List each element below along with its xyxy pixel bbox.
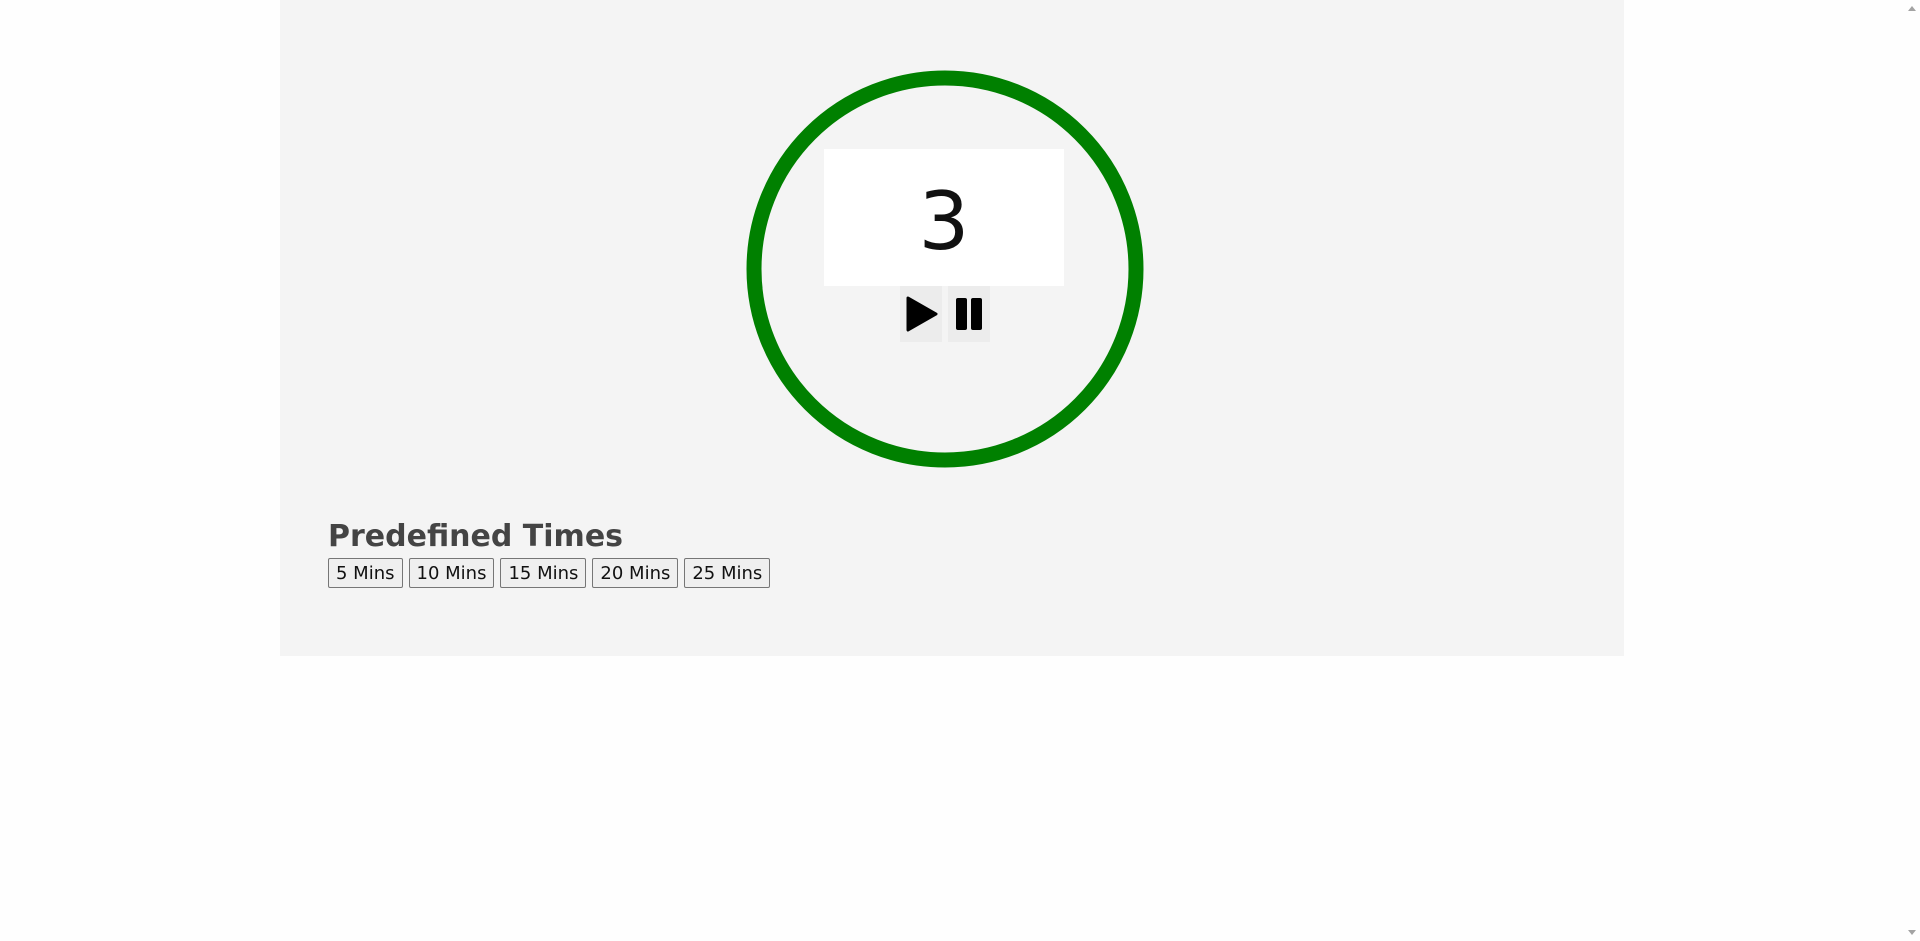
preset-25-mins-button[interactable]: 25 Mins: [684, 558, 771, 588]
preset-5-mins-button[interactable]: 5 Mins: [328, 558, 403, 588]
timer-panel: 3 Predefined Times 5 Mins 10 Mins 15 Min…: [280, 0, 1624, 656]
scroll-down-arrow-icon[interactable]: [1908, 930, 1916, 935]
pause-button[interactable]: [948, 286, 990, 342]
play-button[interactable]: [900, 286, 942, 342]
predefined-times-buttons: 5 Mins 10 Mins 15 Mins 20 Mins 25 Mins: [328, 558, 771, 588]
predefined-times-heading: Predefined Times: [328, 519, 624, 554]
vertical-scrollbar[interactable]: [1903, 0, 1920, 941]
countdown-display: 3: [824, 149, 1064, 286]
predefined-times-section: Predefined Times 5 Mins 10 Mins 15 Mins …: [328, 516, 771, 588]
pause-icon: [956, 298, 982, 330]
play-icon: [906, 296, 938, 332]
preset-20-mins-button[interactable]: 20 Mins: [592, 558, 679, 588]
scroll-up-arrow-icon[interactable]: [1908, 6, 1916, 11]
preset-15-mins-button[interactable]: 15 Mins: [500, 558, 587, 588]
timer-controls: [900, 286, 990, 342]
countdown-value: 3: [918, 174, 970, 268]
preset-10-mins-button[interactable]: 10 Mins: [408, 558, 495, 588]
